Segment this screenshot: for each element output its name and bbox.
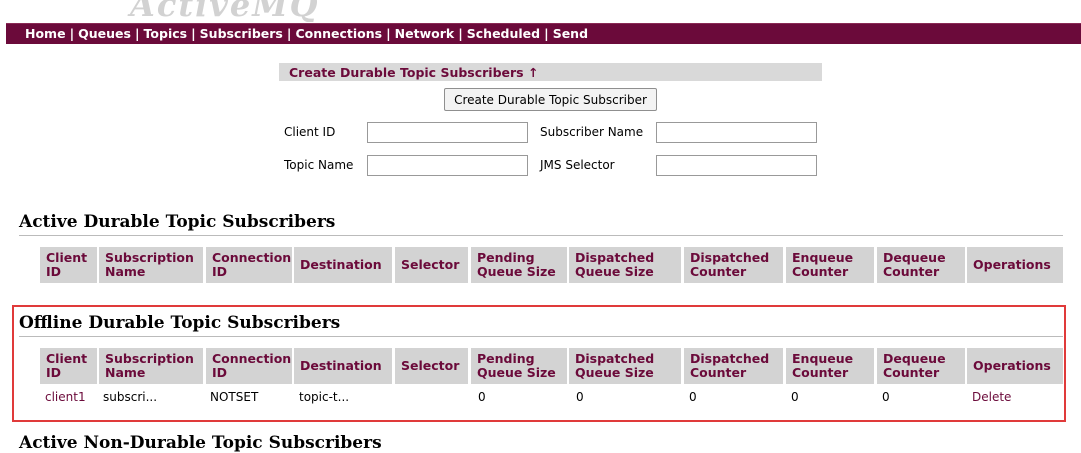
col-dispatched-queue-size[interactable]: Dispatched Queue Size bbox=[569, 348, 681, 384]
logo: ActiveMQ bbox=[130, 0, 320, 22]
col-destination[interactable]: Destination bbox=[294, 348, 392, 384]
col-connection-id[interactable]: Connection ID bbox=[206, 247, 292, 283]
jms-selector-input[interactable] bbox=[656, 155, 817, 176]
client-id-input[interactable] bbox=[367, 122, 528, 143]
col-selector[interactable]: Selector bbox=[395, 348, 468, 384]
nav-connections[interactable]: Connections bbox=[295, 26, 382, 41]
destination-cell: topic-t... bbox=[299, 390, 350, 404]
active-durable-title: Active Durable Topic Subscribers bbox=[19, 212, 336, 232]
dispatched-counter-cell: 0 bbox=[689, 390, 697, 404]
jms-selector-label: JMS Selector bbox=[540, 158, 615, 172]
client-id-link[interactable]: client1 bbox=[45, 390, 86, 404]
col-enqueue-counter[interactable]: Enqueue Counter bbox=[786, 247, 874, 283]
col-destination[interactable]: Destination bbox=[294, 247, 392, 283]
nav-home[interactable]: Home bbox=[25, 26, 66, 41]
logo-banner: ActiveMQ bbox=[0, 0, 1081, 22]
col-pending-queue-size[interactable]: Pending Queue Size bbox=[471, 247, 567, 283]
col-client-id[interactable]: Client ID bbox=[40, 247, 97, 283]
section-divider bbox=[19, 336, 1063, 337]
topic-name-input[interactable] bbox=[367, 155, 528, 176]
col-subscription-name[interactable]: Subscription Name bbox=[99, 247, 203, 283]
create-subscriber-button[interactable]: Create Durable Topic Subscriber bbox=[444, 88, 657, 111]
non-durable-title: Active Non-Durable Topic Subscribers bbox=[19, 433, 382, 453]
col-operations[interactable]: Operations bbox=[967, 247, 1063, 283]
col-dispatched-counter[interactable]: Dispatched Counter bbox=[684, 247, 783, 283]
delete-link[interactable]: Delete bbox=[972, 390, 1011, 404]
section-divider bbox=[19, 235, 1063, 236]
col-pending-queue-size[interactable]: Pending Queue Size bbox=[471, 348, 567, 384]
col-client-id[interactable]: Client ID bbox=[40, 348, 97, 384]
nav-network[interactable]: Network bbox=[395, 26, 455, 41]
connection-id-cell: NOTSET bbox=[210, 390, 259, 404]
client-id-label: Client ID bbox=[284, 125, 336, 139]
col-enqueue-counter[interactable]: Enqueue Counter bbox=[786, 348, 874, 384]
subscription-name-cell: subscri... bbox=[103, 390, 158, 404]
offline-durable-title: Offline Durable Topic Subscribers bbox=[19, 313, 341, 333]
nav-topics[interactable]: Topics bbox=[144, 26, 188, 41]
nav-links: Home | Queues | Topics | Subscribers | Connectio… bbox=[25, 26, 589, 41]
dequeue-counter-cell: 0 bbox=[882, 390, 890, 404]
pending-queue-size-cell: 0 bbox=[478, 390, 486, 404]
nav-send[interactable]: Send bbox=[553, 26, 588, 41]
nav-queues[interactable]: Queues bbox=[78, 26, 131, 41]
col-dispatched-queue-size[interactable]: Dispatched Queue Size bbox=[569, 247, 681, 283]
nav-bar: Home | Queues | Topics | Subscribers | Connectio… bbox=[6, 23, 1081, 44]
col-connection-id[interactable]: Connection ID bbox=[206, 348, 292, 384]
nav-scheduled[interactable]: Scheduled bbox=[467, 26, 540, 41]
subscriber-name-input[interactable] bbox=[656, 122, 817, 143]
col-operations[interactable]: Operations bbox=[967, 348, 1063, 384]
col-dequeue-counter[interactable]: Dequeue Counter bbox=[877, 348, 965, 384]
col-selector[interactable]: Selector bbox=[395, 247, 468, 283]
subscriber-name-label: Subscriber Name bbox=[540, 125, 644, 139]
create-form-title[interactable]: Create Durable Topic Subscribers ↑ bbox=[289, 65, 538, 80]
nav-subscribers[interactable]: Subscribers bbox=[200, 26, 283, 41]
enqueue-counter-cell: 0 bbox=[791, 390, 799, 404]
topic-name-label: Topic Name bbox=[284, 158, 354, 172]
col-dequeue-counter[interactable]: Dequeue Counter bbox=[877, 247, 965, 283]
col-subscription-name[interactable]: Subscription Name bbox=[99, 348, 203, 384]
dispatched-queue-size-cell: 0 bbox=[576, 390, 584, 404]
col-dispatched-counter[interactable]: Dispatched Counter bbox=[684, 348, 783, 384]
create-form-header[interactable]: Create Durable Topic Subscribers ↑ bbox=[279, 63, 822, 81]
